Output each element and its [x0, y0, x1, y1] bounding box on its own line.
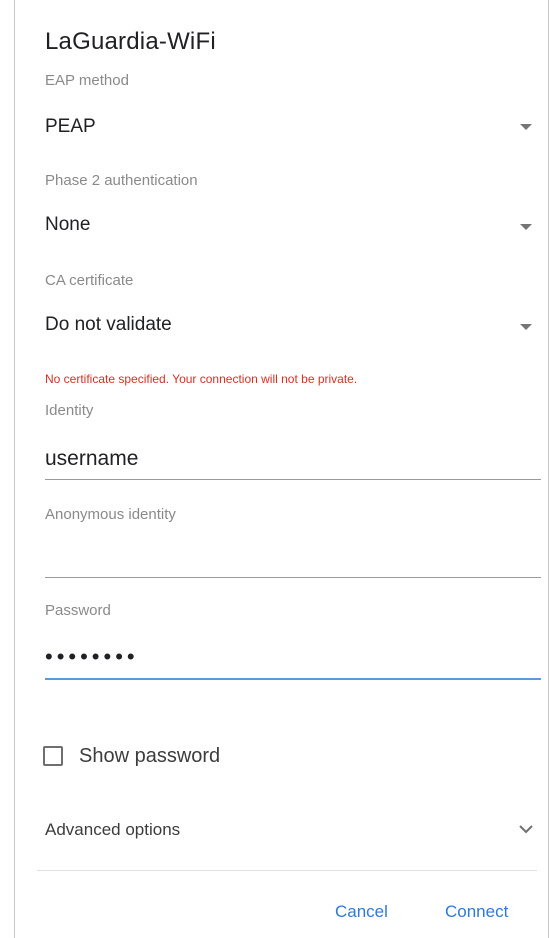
- caret-down-icon: [520, 124, 532, 130]
- ca-certificate-value: Do not validate: [45, 314, 172, 335]
- phase2-dropdown[interactable]: None: [15, 202, 549, 246]
- password-input[interactable]: ••••••••: [45, 638, 541, 680]
- ca-certificate-label: CA certificate: [45, 272, 134, 289]
- anonymous-identity-input[interactable]: [45, 536, 541, 578]
- caret-down-icon: [520, 224, 532, 230]
- caret-down-icon: [520, 324, 532, 330]
- eap-method-value: PEAP: [45, 116, 96, 137]
- certificate-warning: No certificate specified. Your connectio…: [45, 372, 358, 386]
- actions-divider: [37, 870, 537, 871]
- phase2-label: Phase 2 authentication: [45, 172, 198, 189]
- dialog-title: LaGuardia-WiFi: [45, 28, 216, 55]
- cancel-button[interactable]: Cancel: [335, 902, 388, 922]
- show-password-label: Show password: [79, 744, 221, 767]
- identity-label: Identity: [45, 402, 94, 419]
- show-password-checkbox[interactable]: Show password: [43, 740, 220, 772]
- eap-method-label: EAP method: [45, 72, 129, 89]
- wifi-config-dialog: LaGuardia-WiFi EAP method PEAP Phase 2 a…: [14, 0, 549, 938]
- advanced-options-label: Advanced options: [45, 820, 181, 839]
- identity-value: username: [45, 447, 139, 470]
- advanced-options-toggle[interactable]: Advanced options: [15, 808, 549, 852]
- password-masked-value: ••••••••: [45, 644, 139, 669]
- chevron-down-icon: [519, 825, 533, 834]
- anonymous-identity-label: Anonymous identity: [45, 506, 176, 523]
- checkbox-unchecked-icon: [43, 746, 63, 766]
- eap-method-dropdown[interactable]: PEAP: [15, 102, 549, 146]
- password-label: Password: [45, 602, 111, 619]
- phase2-value: None: [45, 214, 91, 235]
- identity-input[interactable]: username: [45, 438, 541, 480]
- ca-certificate-dropdown[interactable]: Do not validate: [15, 302, 549, 346]
- connect-button[interactable]: Connect: [445, 902, 508, 922]
